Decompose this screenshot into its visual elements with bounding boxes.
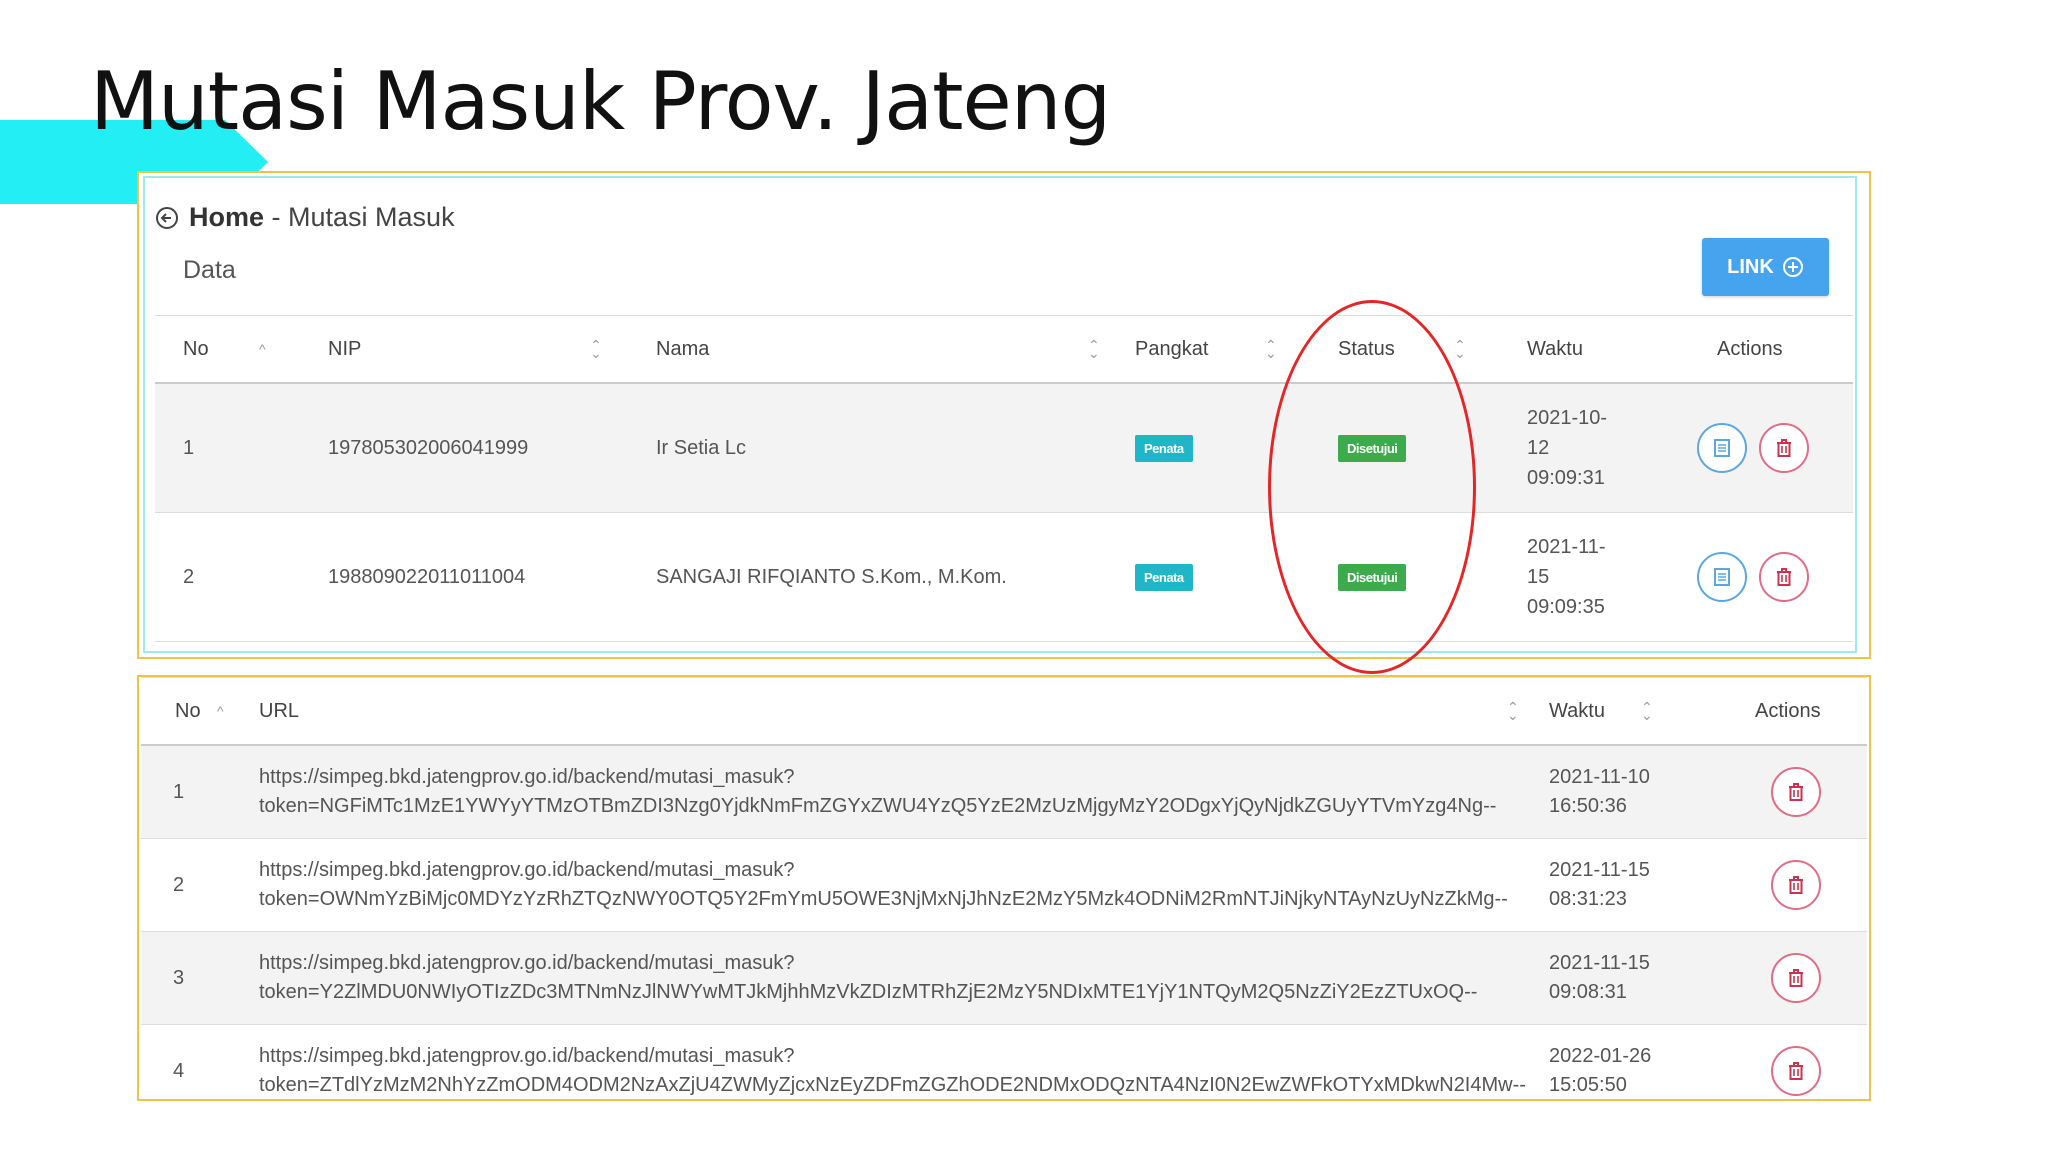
status-badge: Disetujui [1338, 434, 1407, 462]
cell-waktu: 2021-11-15 08:31:23 [1541, 838, 1721, 932]
link-button-label: LINK [1727, 255, 1774, 278]
trash-icon [1776, 439, 1791, 457]
cell-actions [1721, 1024, 1867, 1099]
link-button[interactable]: LINK [1702, 238, 1829, 296]
panel-frame: Home - Mutasi Masuk Data LINK No ^ NIP ⌃… [143, 176, 1857, 653]
sort-asc-icon[interactable]: ^ [259, 342, 266, 356]
table-row: 2 https://simpeg.bkd.jatengprov.go.id/ba… [141, 838, 1867, 932]
delete-button[interactable] [1758, 552, 1809, 602]
sort-icon[interactable]: ⌃ ⌄ [590, 338, 602, 360]
trash-icon [1789, 876, 1803, 894]
col-header-url[interactable]: URL ⌃ ⌄ [251, 677, 1541, 746]
col-header-nama[interactable]: Nama ⌃ ⌄ [632, 315, 1127, 384]
cell-url[interactable]: https://simpeg.bkd.jatengprov.go.id/back… [251, 838, 1541, 932]
breadcrumb: Home - Mutasi Masuk [155, 202, 455, 233]
status-badge: Disetujui [1338, 563, 1407, 591]
cell-no: 4 [141, 1024, 251, 1099]
col-header-pangkat[interactable]: Pangkat ⌃ ⌄ [1127, 315, 1334, 384]
trash-icon [1789, 1062, 1803, 1080]
table-row: 1 197805302006041999 Ir Setia Lc Penata … [155, 383, 1853, 513]
sort-asc-icon[interactable]: ^ [217, 704, 224, 718]
table-row: 1 https://simpeg.bkd.jatengprov.go.id/ba… [141, 745, 1867, 839]
cell-no: 2 [141, 838, 251, 932]
cell-no: 3 [141, 931, 251, 1025]
cell-actions [1721, 838, 1867, 932]
table-header: No ^ URL ⌃ ⌄ Waktu ⌃ ⌄ Actions [141, 677, 1867, 746]
breadcrumb-home[interactable]: Home [189, 202, 264, 232]
plus-circle-icon [1782, 257, 1803, 277]
back-arrow-icon[interactable] [155, 206, 179, 230]
table-header: No ^ NIP ⌃ ⌄ Nama ⌃ ⌄ Pangkat ⌃ ⌄ Status… [155, 315, 1853, 384]
sort-icon[interactable]: ⌃ ⌄ [1088, 338, 1100, 360]
cell-url[interactable]: https://simpeg.bkd.jatengprov.go.id/back… [251, 1024, 1541, 1099]
cell-no: 1 [141, 745, 251, 839]
mutasi-masuk-panel: Home - Mutasi Masuk Data LINK No ^ NIP ⌃… [137, 171, 1871, 659]
col-header-actions: Actions [1721, 677, 1867, 746]
cell-no: 1 [155, 383, 302, 513]
section-label: Data [183, 256, 236, 284]
delete-button[interactable] [1771, 767, 1821, 817]
delete-button[interactable] [1771, 1046, 1821, 1096]
table-row: 2 198809022011011004 SANGAJI RIFQIANTO S… [155, 512, 1853, 642]
col-header-waktu[interactable]: Waktu [1521, 315, 1687, 384]
cell-url[interactable]: https://simpeg.bkd.jatengprov.go.id/back… [251, 931, 1541, 1025]
sort-icon[interactable]: ⌃ ⌄ [1641, 700, 1653, 722]
cell-waktu: 2021-11-10 16:50:36 [1541, 745, 1721, 839]
breadcrumb-page: Mutasi Masuk [288, 202, 455, 232]
col-header-no[interactable]: No ^ [155, 315, 302, 384]
cell-nip: 197805302006041999 [302, 383, 632, 513]
cell-waktu: 2021-11-15 09:08:31 [1541, 931, 1721, 1025]
link-list-panel: No ^ URL ⌃ ⌄ Waktu ⌃ ⌄ Actions 1 https://s… [137, 675, 1871, 1101]
table-row: 3 https://simpeg.bkd.jatengprov.go.id/ba… [141, 931, 1867, 1025]
delete-button[interactable] [1758, 423, 1809, 473]
col-header-no[interactable]: No ^ [141, 677, 251, 746]
col-header-status[interactable]: Status ⌃ ⌄ [1334, 315, 1521, 384]
cell-actions [1721, 745, 1867, 839]
trash-icon [1789, 969, 1803, 987]
sort-icon[interactable]: ⌃ ⌄ [1265, 338, 1277, 360]
cell-nama: Ir Setia Lc [632, 383, 1127, 513]
sort-icon[interactable]: ⌃ ⌄ [1507, 700, 1519, 722]
cell-nip: 198809022011011004 [302, 512, 632, 642]
table-row: 4 https://simpeg.bkd.jatengprov.go.id/ba… [141, 1024, 1867, 1099]
cell-no: 2 [155, 512, 302, 642]
document-icon [1714, 439, 1730, 457]
document-icon [1714, 568, 1730, 586]
detail-button[interactable] [1697, 552, 1747, 602]
mutasi-table: No ^ NIP ⌃ ⌄ Nama ⌃ ⌄ Pangkat ⌃ ⌄ Status… [155, 315, 1853, 642]
breadcrumb-separator: - [264, 202, 289, 232]
cell-actions [1687, 383, 1853, 513]
cell-nama: SANGAJI RIFQIANTO S.Kom., M.Kom. [632, 512, 1127, 642]
cell-waktu: 2021-10- 12 09:09:31 [1521, 383, 1687, 513]
cell-actions [1721, 931, 1867, 1025]
cell-url[interactable]: https://simpeg.bkd.jatengprov.go.id/back… [251, 745, 1541, 839]
slide-title: Mutasi Masuk Prov. Jateng [90, 55, 1111, 148]
link-table: No ^ URL ⌃ ⌄ Waktu ⌃ ⌄ Actions 1 https://s… [141, 677, 1867, 1099]
trash-icon [1776, 568, 1791, 586]
col-header-nip[interactable]: NIP ⌃ ⌄ [302, 315, 632, 384]
cell-waktu: 2022-01-26 15:05:50 [1541, 1024, 1721, 1099]
detail-button[interactable] [1697, 423, 1747, 473]
col-header-waktu[interactable]: Waktu ⌃ ⌄ [1541, 677, 1721, 746]
cell-waktu: 2021-11- 15 09:09:35 [1521, 512, 1687, 642]
delete-button[interactable] [1771, 860, 1821, 910]
pangkat-badge: Penata [1135, 434, 1193, 462]
cell-actions [1687, 512, 1853, 642]
delete-button[interactable] [1771, 953, 1821, 1003]
col-header-actions: Actions [1687, 315, 1853, 384]
sort-icon[interactable]: ⌃ ⌄ [1454, 338, 1466, 360]
trash-icon [1789, 783, 1803, 801]
pangkat-badge: Penata [1135, 563, 1193, 591]
